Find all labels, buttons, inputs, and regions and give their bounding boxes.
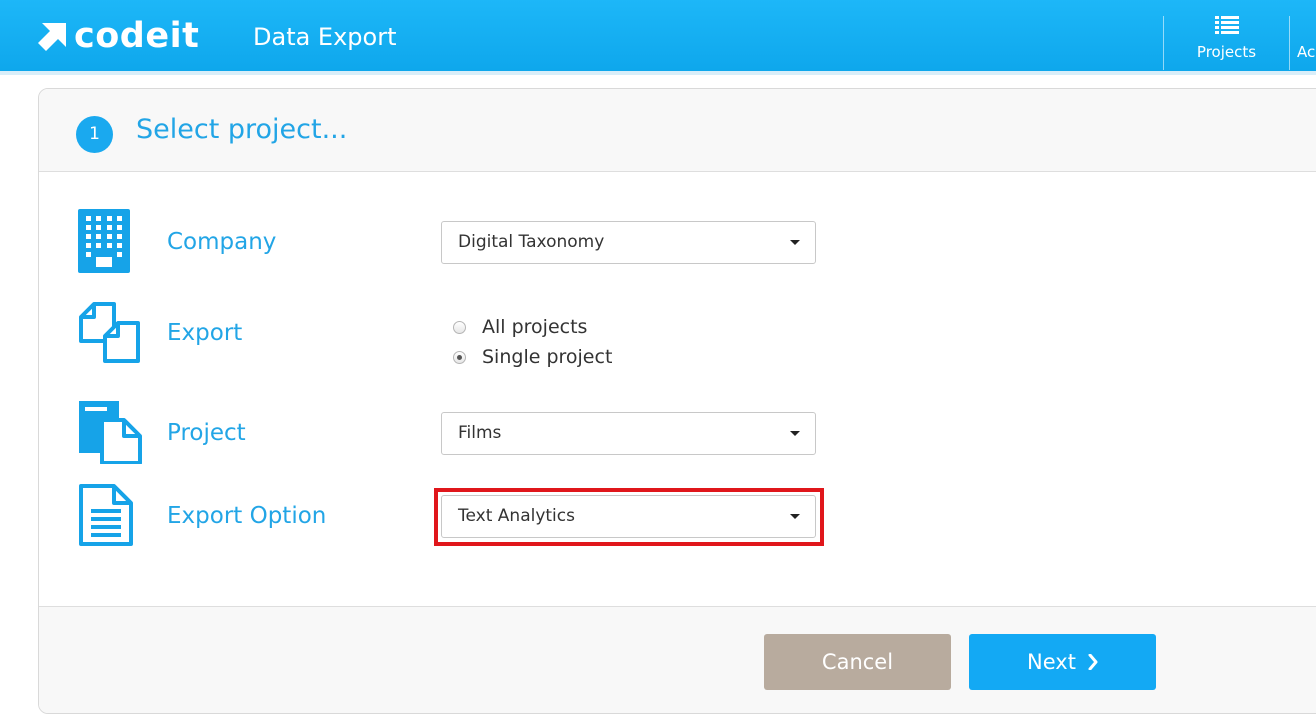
next-button-label: Next xyxy=(1027,650,1076,674)
project-label: Project xyxy=(167,420,246,446)
chevron-down-icon xyxy=(790,240,800,245)
cancel-button[interactable]: Cancel xyxy=(764,634,951,690)
company-select-value: Digital Taxonomy xyxy=(458,232,605,252)
radio-button[interactable] xyxy=(453,320,466,334)
list-icon xyxy=(1214,16,1239,34)
chevron-down-icon xyxy=(790,514,800,519)
page-title: Data Export xyxy=(253,23,397,51)
radio-label: Single project xyxy=(482,346,613,368)
project-select-value: Films xyxy=(458,423,502,443)
chevron-down-icon xyxy=(790,431,800,436)
file-text-icon xyxy=(79,484,133,546)
radio-label: All projects xyxy=(482,316,588,338)
export-label: Export xyxy=(167,320,243,346)
chevron-right-icon xyxy=(1088,654,1098,670)
nav-account[interactable]: Ac xyxy=(1290,0,1316,71)
nav-projects[interactable]: Projects xyxy=(1164,0,1289,71)
radio-single-project[interactable]: Single project xyxy=(453,345,612,369)
company-label: Company xyxy=(167,229,277,255)
panel-header: 1 Select project... xyxy=(39,89,1316,172)
logo-text: codeit xyxy=(74,16,200,56)
company-select[interactable]: Digital Taxonomy xyxy=(441,221,816,264)
documents-icon xyxy=(79,401,142,464)
export-option-select-value: Text Analytics xyxy=(458,506,575,526)
export-panel: 1 Select project... Company Digital Taxo… xyxy=(38,88,1316,714)
arrow-logo-icon xyxy=(38,23,66,51)
top-header: codeit Data Export Projects Ac xyxy=(0,0,1316,75)
building-icon xyxy=(78,209,130,273)
nav-account-label: Ac xyxy=(1297,43,1316,61)
panel-footer: Cancel Next xyxy=(39,606,1316,713)
radio-all-projects[interactable]: All projects xyxy=(453,315,587,339)
nav-projects-label: Projects xyxy=(1196,43,1257,61)
export-option-label: Export Option xyxy=(167,503,327,529)
export-option-select[interactable]: Text Analytics xyxy=(441,495,816,538)
next-button[interactable]: Next xyxy=(969,634,1156,690)
codeit-logo[interactable]: codeit xyxy=(38,17,199,55)
cancel-button-label: Cancel xyxy=(821,650,894,674)
project-select[interactable]: Films xyxy=(441,412,816,455)
copy-documents-icon xyxy=(79,302,140,363)
radio-button-checked[interactable] xyxy=(453,350,466,364)
step-number-badge: 1 xyxy=(76,116,113,153)
step-title: Select project... xyxy=(136,114,348,145)
